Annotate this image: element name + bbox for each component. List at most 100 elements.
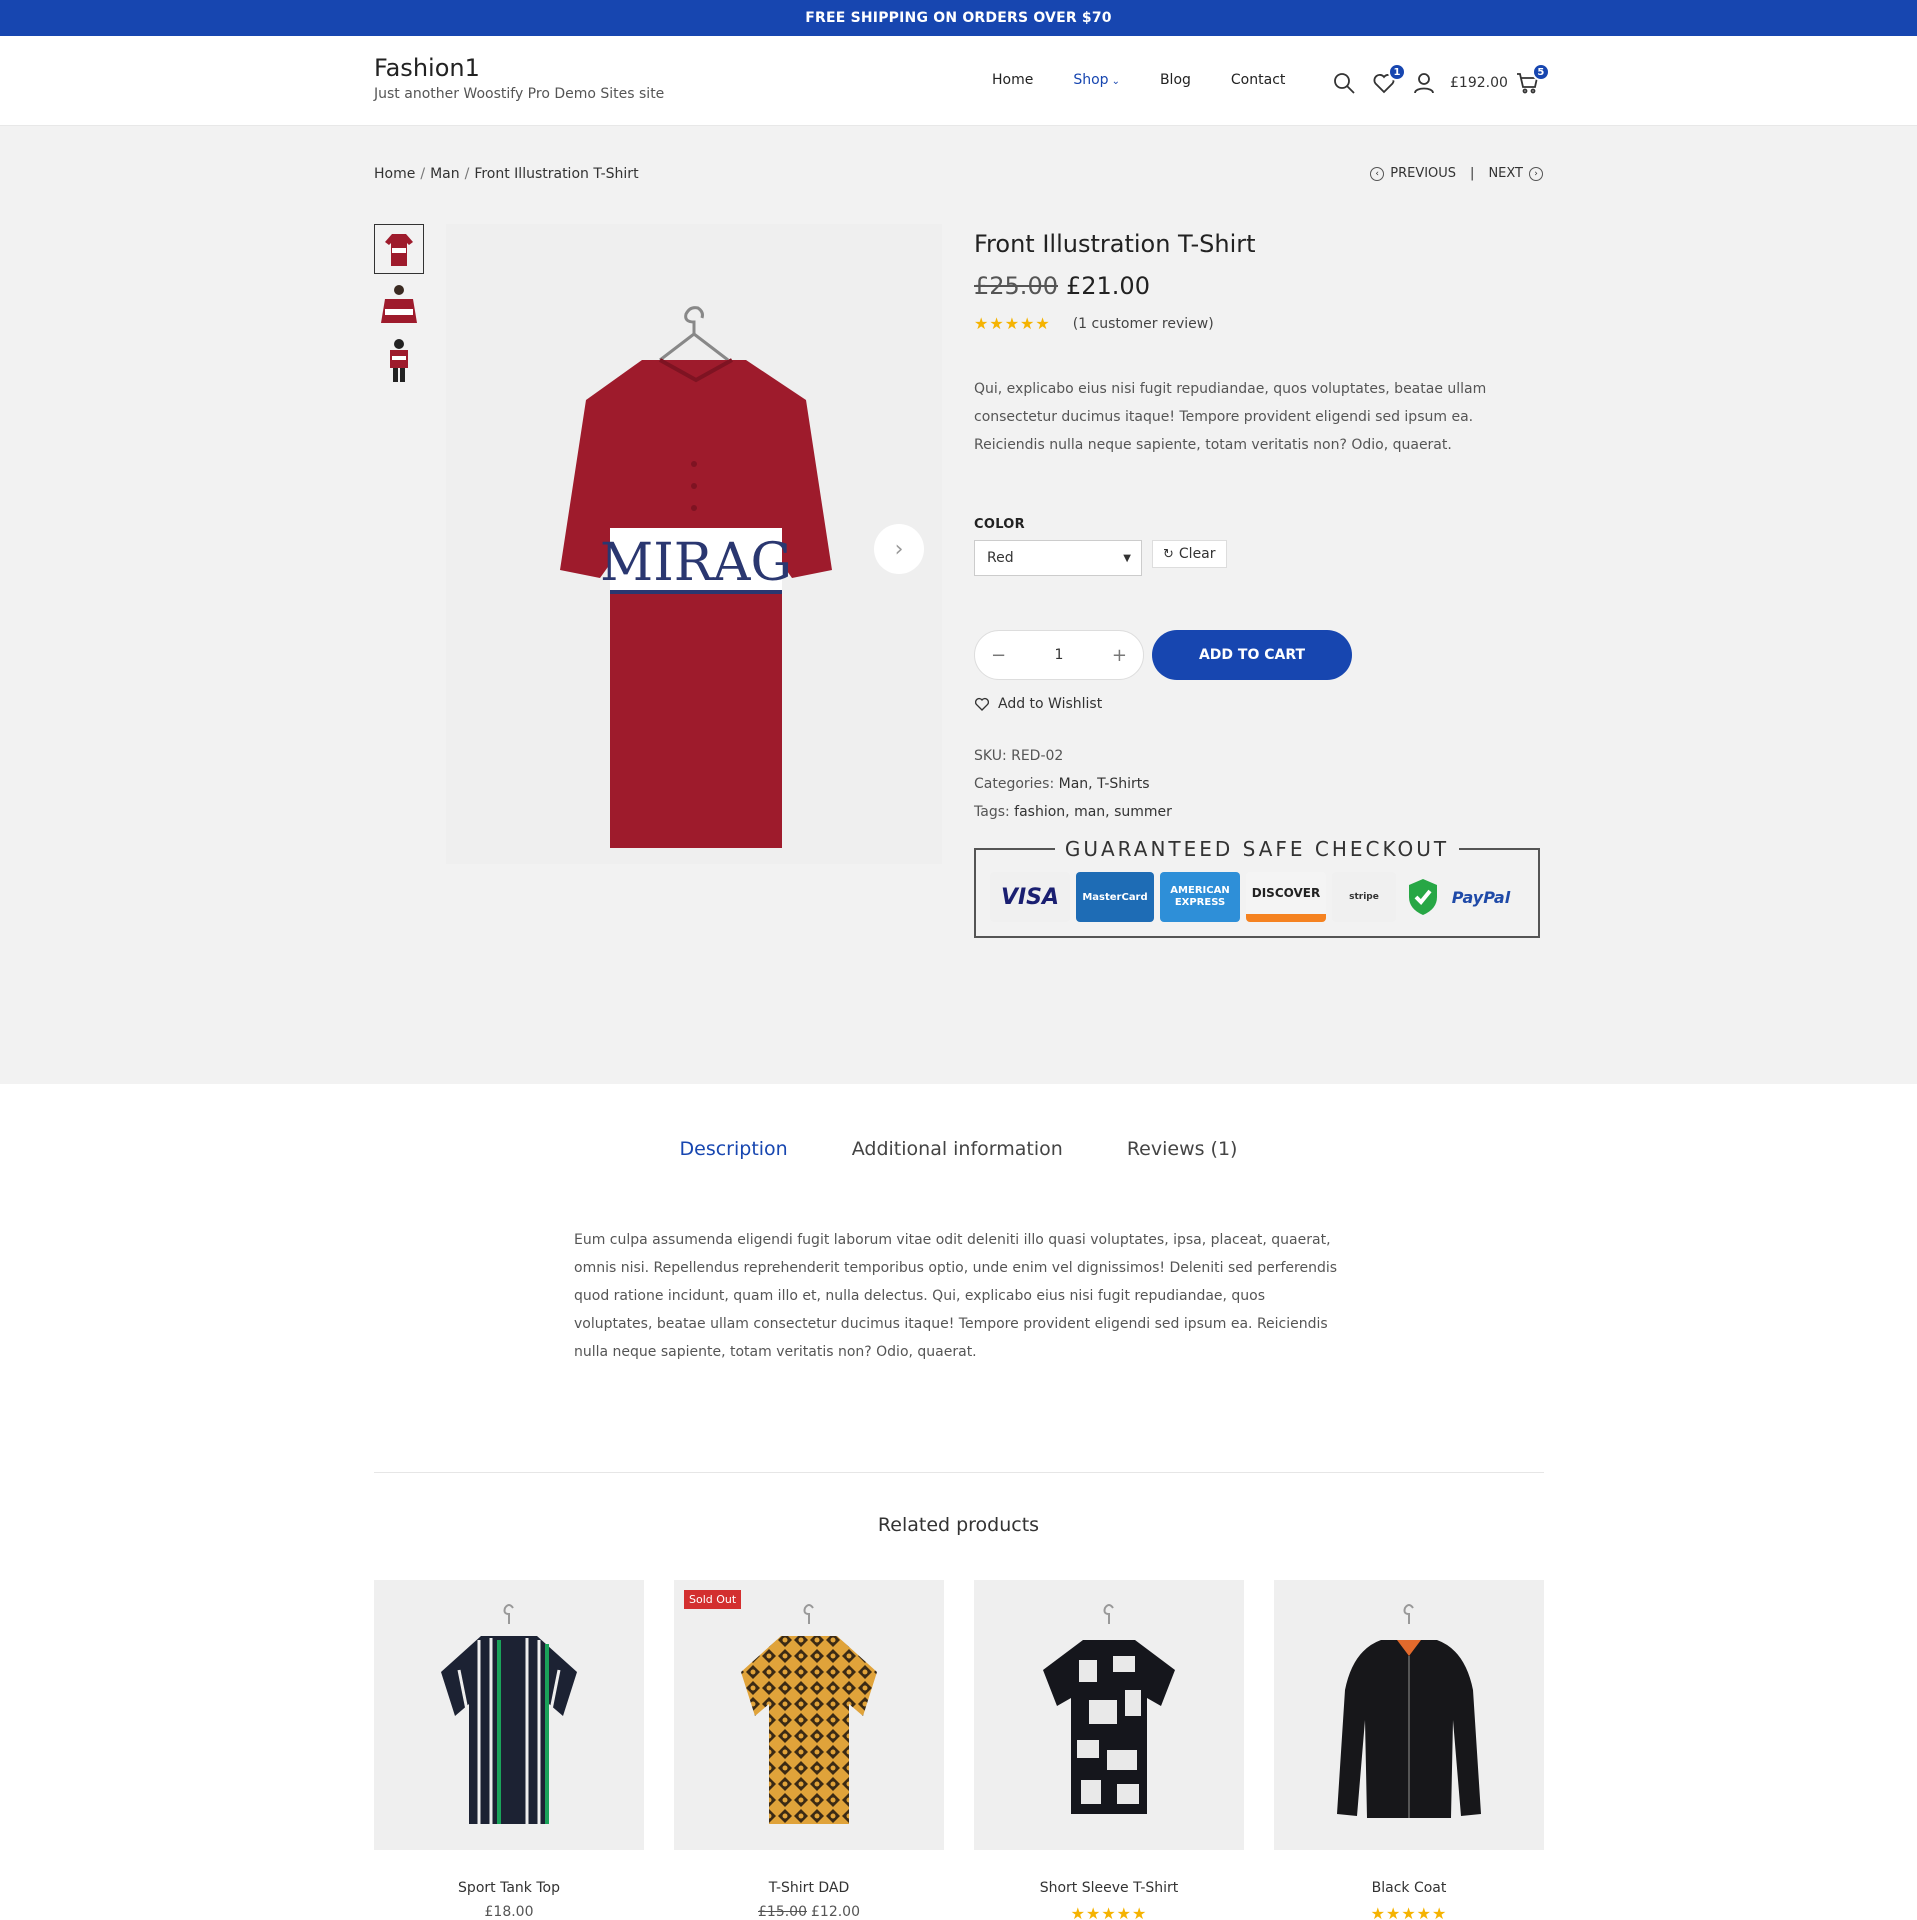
product-name[interactable]: Short Sleeve T-Shirt [974,1880,1244,1896]
tags-label: Tags: [974,804,1010,820]
product-rating: ★★★★★ [974,1904,1244,1920]
sku-value: RED-02 [1011,748,1064,764]
wishlist-label: Add to Wishlist [998,696,1103,712]
next-link[interactable]: NEXT [1488,166,1523,181]
breadcrumb-current: Front Illustration T-Shirt [474,166,639,182]
color-select-value: Red [987,550,1014,566]
product-title: Front Illustration T-Shirt [974,230,1256,258]
add-to-cart-button[interactable]: ADD TO CART [1152,630,1352,680]
chevron-down-icon: ▼ [1123,552,1131,564]
breadcrumb: Home / Man / Front Illustration T-Shirt [374,166,639,182]
clear-label: Clear [1178,546,1216,562]
wishlist-count-badge: 1 [1388,63,1406,81]
image-next-arrow[interactable]: › [874,524,924,574]
wishlist-icon[interactable]: 1 [1370,63,1406,97]
product-card[interactable]: Sold Out T-Shirt DAD £15.00 £12.00 [674,1580,944,1920]
color-select[interactable]: Red ▼ [974,540,1142,576]
product-image[interactable]: Sold Out [674,1580,944,1850]
sku-label: SKU: [974,748,1007,764]
quantity-input[interactable]: 1 [1055,647,1064,663]
site-title[interactable]: Fashion1 [374,54,480,82]
product-image[interactable] [974,1580,1244,1850]
refresh-icon: ↻ [1163,546,1174,562]
nav-shop[interactable]: Shop ⌄ [1073,72,1120,88]
amex-card-icon: AMERICAN EXPRESS [1160,872,1240,922]
product-section: Home / Man / Front Illustration T-Shirt ‹ PR… [0,126,1917,1084]
categories-label: Categories: [974,776,1055,792]
breadcrumb-man[interactable]: Man [430,166,460,182]
thumbnail-2[interactable] [374,280,424,330]
nav-blog[interactable]: Blog [1160,72,1191,88]
previous-icon[interactable]: ‹ [1370,166,1385,181]
sold-out-badge: Sold Out [684,1590,742,1609]
old-price: £25.00 [974,272,1058,300]
shield-check-icon [1402,872,1444,922]
cart-icon[interactable]: 5 [1514,63,1550,97]
next-icon[interactable]: › [1529,166,1543,181]
tab-reviews[interactable]: Reviews (1) [1127,1138,1238,1160]
product-meta: SKU: RED-02 Categories: Man, T-Shirts Ta… [974,742,1544,826]
review-link[interactable]: (1 customer review) [1073,316,1214,332]
mastercard-icon: MasterCard [1076,872,1154,922]
product-name[interactable]: Black Coat [1274,1880,1544,1896]
safe-checkout-badge: GUARANTEED SAFE CHECKOUT VISA MasterCard… [974,837,1540,938]
plus-icon[interactable]: + [1112,645,1127,666]
nav-shop-label: Shop [1073,72,1109,88]
star-rating-icon: ★★★★★ [1370,1904,1448,1920]
old-price: £15.00 [758,1904,807,1920]
thumbnail-3[interactable] [374,336,424,386]
site-tagline: Just another Woostify Pro Demo Sites sit… [374,86,665,102]
product-card[interactable]: Short Sleeve T-Shirt ★★★★★ [974,1580,1244,1920]
stripe-lock-icon: stripe [1332,872,1396,922]
tab-description[interactable]: Description [680,1138,788,1160]
nav-contact[interactable]: Contact [1231,72,1285,88]
minus-icon[interactable]: − [991,645,1006,666]
color-label: COLOR [974,517,1025,532]
nav-home[interactable]: Home [992,72,1033,88]
product-tabs: Description Additional information Revie… [0,1138,1917,1160]
product-image[interactable] [1274,1580,1544,1850]
cart-total[interactable]: £192.00 [1450,75,1508,91]
product-card[interactable]: Sport Tank Top £18.00 [374,1580,644,1920]
tab-additional-information[interactable]: Additional information [852,1138,1063,1160]
cart-count-badge: 5 [1531,63,1550,81]
breadcrumb-home[interactable]: Home [374,166,415,182]
star-rating-icon: ★★★★★ [974,314,1051,333]
discover-card-icon: DISCOVER [1246,872,1326,922]
related-products-title: Related products [877,1514,1040,1536]
previous-link[interactable]: PREVIOUS [1390,166,1456,181]
add-to-wishlist-link[interactable]: Add to Wishlist [974,696,1544,712]
visa-card-icon: VISA [990,872,1070,922]
main-product-image[interactable]: MIRAG › [446,224,942,864]
account-icon[interactable] [1410,69,1438,97]
product-price: £18.00 [484,1904,534,1920]
heart-icon [974,697,990,711]
product-rating: ★★★★★ (1 customer review) [974,314,1544,333]
product-name[interactable]: Sport Tank Top [374,1880,644,1896]
nav-separator: | [1470,166,1475,181]
product-name[interactable]: T-Shirt DAD [674,1880,944,1896]
thumbnail-1[interactable] [374,224,424,274]
product-info: Front Illustration T-Shirt £25.00 £21.00 … [974,224,1544,938]
star-rating-icon: ★★★★★ [1070,1904,1148,1920]
categories-links[interactable]: Man, T-Shirts [1059,776,1150,792]
site-header: Fashion1 Just another Woostify Pro Demo … [0,36,1917,126]
main-nav: Home Shop ⌄ Blog Contact [992,72,1285,88]
search-icon[interactable] [1330,69,1358,97]
product-card[interactable]: Black Coat ★★★★★ [1274,1580,1544,1920]
safe-checkout-title: GUARANTEED SAFE CHECKOUT [1054,837,1460,861]
shirt-print-text: MIRAG [600,533,792,593]
quantity-stepper: − 1 + [974,630,1144,680]
paypal-icon: PayPal [1451,887,1511,907]
chevron-down-icon: ⌄ [1111,76,1120,87]
description-content: Eum culpa assumenda eligendi fugit labor… [574,1232,1338,1360]
short-description: Qui, explicabo eius nisi fugit repudiand… [974,381,1487,453]
tags-links[interactable]: fashion, man, summer [1014,804,1172,820]
sale-price: £21.00 [1065,272,1150,300]
clear-button[interactable]: ↻ Clear [1152,540,1227,568]
product-price: £15.00 £12.00 [674,1904,944,1920]
product-price: £25.00 £21.00 [974,272,1544,300]
product-rating: ★★★★★ [1274,1904,1544,1920]
product-nav: ‹ PREVIOUS | NEXT › [1370,166,1543,181]
product-image[interactable] [374,1580,644,1850]
